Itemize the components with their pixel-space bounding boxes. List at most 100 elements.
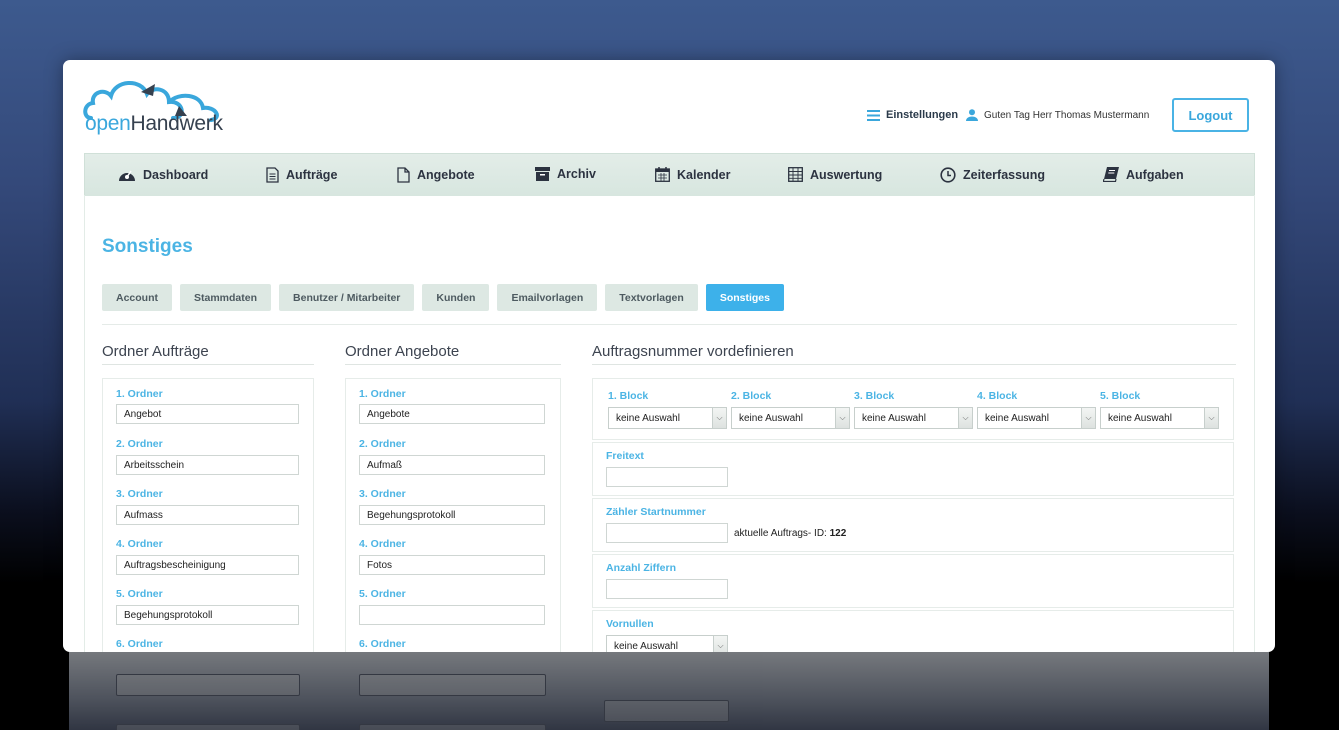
angebote-ordner-1-input[interactable]: Angebote bbox=[359, 404, 545, 424]
nav-angebote[interactable]: Angebote bbox=[397, 167, 475, 183]
app-window: openHandwerk Einstellungen Guten Tag Her… bbox=[63, 60, 1275, 652]
nav-label: Aufträge bbox=[286, 168, 338, 182]
field-label: 5. Ordner bbox=[116, 588, 163, 600]
nav-label: Kalender bbox=[677, 167, 731, 182]
chevron-down-icon: ⌵ bbox=[1081, 408, 1095, 428]
clock-icon bbox=[940, 167, 956, 183]
page-title: Sonstiges bbox=[102, 236, 193, 257]
archive-box-icon bbox=[535, 167, 550, 181]
nav-label: Aufgaben bbox=[1126, 167, 1184, 182]
select-value: keine Auswahl bbox=[1108, 412, 1172, 424]
menu-bars-icon bbox=[867, 109, 880, 121]
tab-divider bbox=[102, 324, 1237, 325]
select-value: keine Auswahl bbox=[614, 640, 678, 652]
field-label: 5. Ordner bbox=[359, 588, 406, 600]
subtab-account[interactable]: Account bbox=[102, 284, 172, 311]
nav-label: Zeiterfassung bbox=[963, 168, 1045, 182]
nav-zeiterfassung[interactable]: Zeiterfassung bbox=[940, 167, 1045, 183]
vornullen-label: Vornullen bbox=[606, 618, 654, 630]
document-icon bbox=[397, 167, 410, 183]
angebote-ordner-3-input[interactable]: Begehungsprotokoll bbox=[359, 505, 545, 525]
chevron-down-icon: ⌵ bbox=[835, 408, 849, 428]
field-label: 6. Ordner bbox=[359, 638, 406, 650]
auftraege-ordner-4-input[interactable]: Auftragsbescheinigung bbox=[116, 555, 299, 575]
main-navigation: Dashboard Aufträge Angebote Archiv Kalen… bbox=[84, 153, 1255, 196]
table-grid-icon bbox=[788, 167, 803, 182]
angebote-ordner-2-input[interactable]: Aufmaß bbox=[359, 455, 545, 475]
field-label: 3. Block bbox=[854, 390, 895, 402]
reflection-shape bbox=[604, 700, 729, 722]
divider bbox=[592, 364, 1236, 365]
aktuelle-id-value: 122 bbox=[829, 528, 847, 539]
select-value: keine Auswahl bbox=[739, 412, 803, 424]
select-value: keine Auswahl bbox=[985, 412, 1049, 424]
block-4-select[interactable]: keine Auswahl ⌵ bbox=[977, 407, 1096, 429]
zaehler-startnummer-input[interactable] bbox=[606, 523, 728, 543]
block-5-select[interactable]: keine Auswahl ⌵ bbox=[1100, 407, 1219, 429]
anzahl-ziffern-input[interactable] bbox=[606, 579, 728, 599]
subtab-stammdaten[interactable]: Stammdaten bbox=[180, 284, 272, 311]
aktuelle-id-label: aktuelle Auftrags- ID: bbox=[734, 528, 827, 539]
field-label: 6. Ordner bbox=[116, 638, 163, 650]
ordner-angebote-heading: Ordner Angebote bbox=[345, 343, 460, 360]
window-reflection bbox=[69, 652, 1269, 730]
field-label: 4. Block bbox=[977, 390, 1018, 402]
field-label: 3. Ordner bbox=[116, 488, 163, 500]
block-2-select[interactable]: keine Auswahl ⌵ bbox=[731, 407, 850, 429]
nav-kalender[interactable]: Kalender bbox=[655, 167, 731, 182]
brand-handwerk: Handwerk bbox=[130, 112, 223, 135]
auftraege-ordner-2-input[interactable]: Arbeitsschein bbox=[116, 455, 299, 475]
vornullen-select[interactable]: keine Auswahl ⌵ bbox=[606, 635, 728, 652]
field-label: 3. Ordner bbox=[359, 488, 406, 500]
subtab-sonstiges[interactable]: Sonstiges bbox=[705, 284, 784, 311]
user-icon bbox=[966, 109, 978, 121]
chevron-down-icon: ⌵ bbox=[1204, 408, 1218, 428]
user-greeting: Guten Tag Herr Thomas Mustermann bbox=[966, 109, 1149, 121]
dashboard-icon bbox=[119, 170, 135, 181]
nav-dashboard[interactable]: Dashboard bbox=[118, 167, 208, 182]
subtab-kunden[interactable]: Kunden bbox=[422, 284, 490, 311]
divider bbox=[102, 364, 314, 365]
divider bbox=[345, 364, 561, 365]
angebote-ordner-5-input[interactable] bbox=[359, 605, 545, 625]
brand-name: openHandwerk bbox=[85, 112, 223, 136]
aktuelle-auftrags-id: aktuelle Auftrags- ID: 122 bbox=[734, 528, 846, 539]
openhandwerk-logo[interactable]: openHandwerk bbox=[83, 72, 233, 142]
subtab-benutzer-mitarbeiter[interactable]: Benutzer / Mitarbeiter bbox=[279, 284, 415, 311]
chevron-down-icon: ⌵ bbox=[712, 408, 726, 428]
freitext-input[interactable] bbox=[606, 467, 728, 487]
freitext-label: Freitext bbox=[606, 450, 644, 462]
block-1-select[interactable]: keine Auswahl ⌵ bbox=[608, 407, 727, 429]
field-label: 4. Ordner bbox=[359, 538, 406, 550]
logout-button[interactable]: Logout bbox=[1172, 98, 1249, 132]
auftraege-ordner-5-input[interactable]: Begehungsprotokoll bbox=[116, 605, 299, 625]
settings-link[interactable]: Einstellungen bbox=[867, 109, 958, 121]
block-3-select[interactable]: keine Auswahl ⌵ bbox=[854, 407, 973, 429]
field-label: 1. Ordner bbox=[116, 388, 163, 400]
reflection-shape bbox=[359, 724, 546, 730]
zaehler-label: Zähler Startnummer bbox=[606, 506, 706, 518]
reflection-shape bbox=[359, 674, 546, 696]
field-label: 5. Block bbox=[1100, 390, 1141, 402]
nav-label: Dashboard bbox=[143, 167, 209, 182]
angebote-ordner-4-input[interactable]: Fotos bbox=[359, 555, 545, 575]
nav-label: Angebote bbox=[417, 168, 475, 182]
subtab-emailvorlagen[interactable]: Emailvorlagen bbox=[497, 284, 598, 311]
user-greeting-text: Guten Tag Herr Thomas Mustermann bbox=[984, 109, 1150, 121]
nav-label: Auswertung bbox=[810, 167, 883, 182]
chevron-down-icon: ⌵ bbox=[958, 408, 972, 428]
auftraege-ordner-1-input[interactable]: Angebot bbox=[116, 404, 299, 424]
subtab-textvorlagen[interactable]: Textvorlagen bbox=[605, 284, 698, 311]
ordner-auftraege-heading: Ordner Aufträge bbox=[102, 343, 209, 360]
calendar-icon bbox=[655, 167, 670, 182]
nav-aufgaben[interactable]: Aufgaben bbox=[1103, 167, 1184, 182]
nav-auftraege[interactable]: Aufträge bbox=[266, 167, 337, 183]
chevron-down-icon: ⌵ bbox=[713, 636, 727, 652]
auftraege-ordner-3-input[interactable]: Aufmass bbox=[116, 505, 299, 525]
settings-label: Einstellungen bbox=[886, 109, 959, 121]
select-value: keine Auswahl bbox=[862, 412, 926, 424]
select-value: keine Auswahl bbox=[616, 412, 680, 424]
settings-subtabs: Account Stammdaten Benutzer / Mitarbeite… bbox=[102, 284, 784, 311]
nav-archiv[interactable]: Archiv bbox=[535, 167, 596, 181]
nav-auswertung[interactable]: Auswertung bbox=[788, 167, 882, 182]
